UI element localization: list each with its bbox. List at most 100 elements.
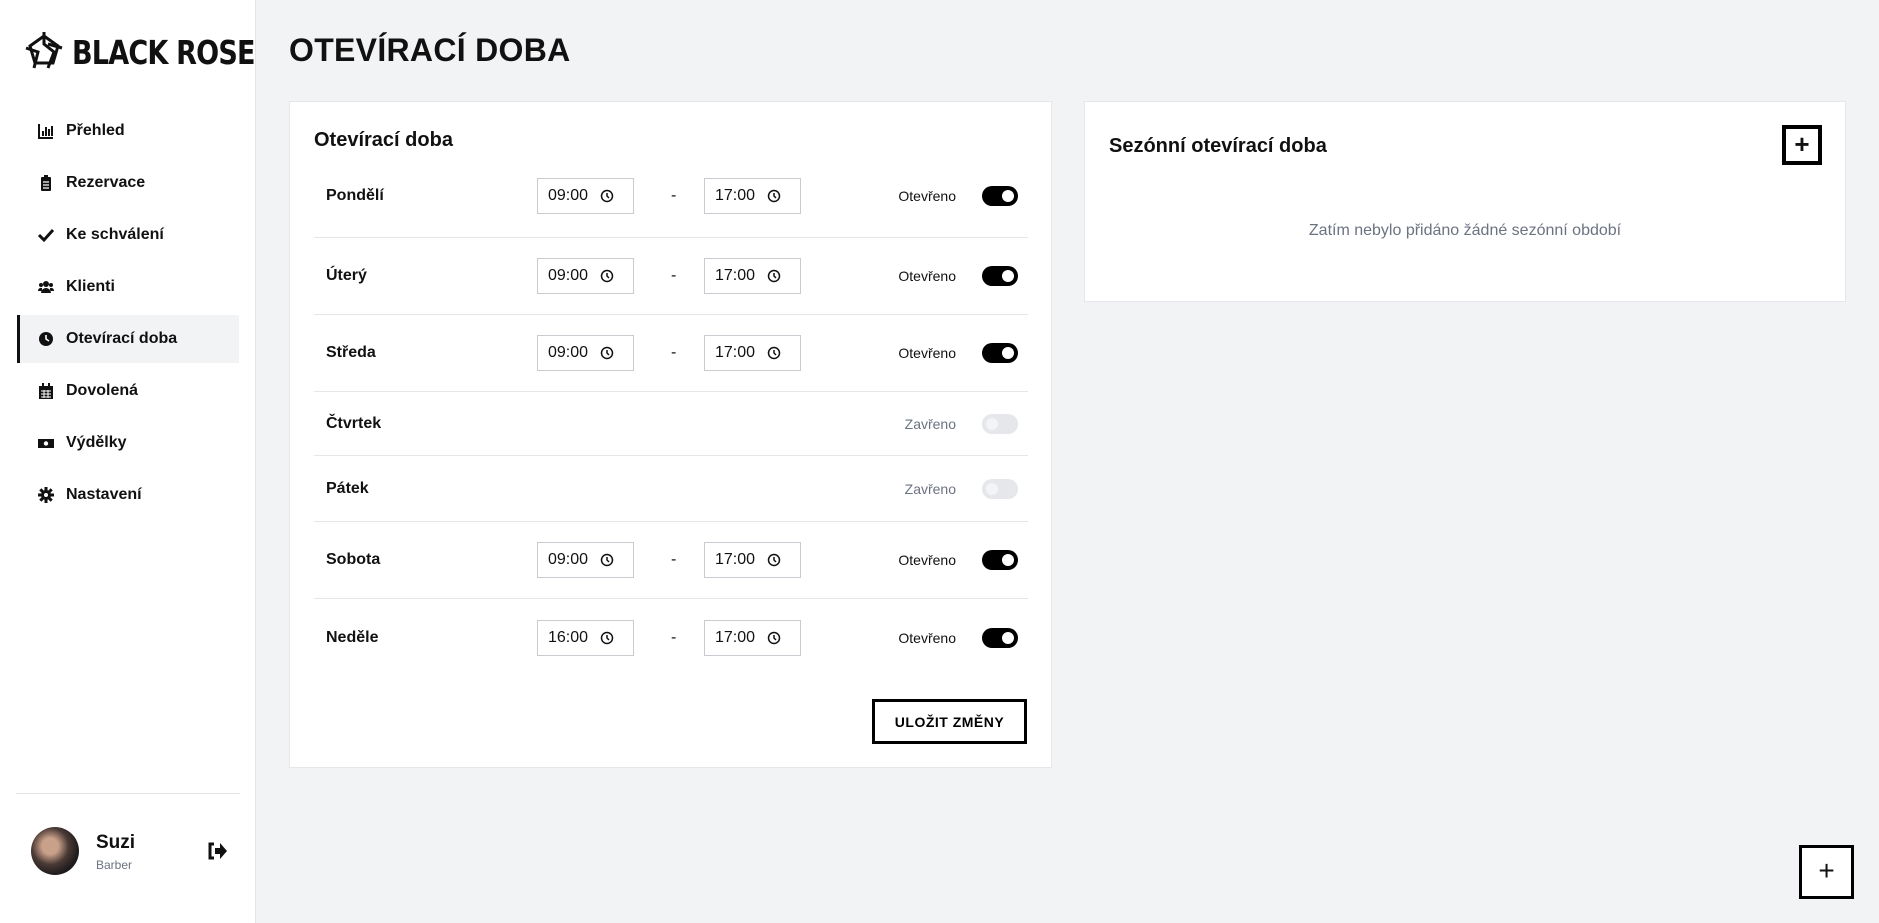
sidebar-item-label: Dovolená <box>66 382 139 399</box>
open-toggle[interactable] <box>982 478 1018 499</box>
floating-add-button[interactable]: + <box>1799 845 1854 899</box>
time-separator: - <box>671 186 677 204</box>
logout-icon[interactable] <box>206 841 228 861</box>
check-icon <box>38 228 54 243</box>
open-time-input[interactable]: 09:00 <box>537 335 634 371</box>
open-toggle[interactable] <box>982 185 1018 206</box>
clock-icon <box>600 346 614 360</box>
sidebar-item-dovolena[interactable]: Dovolená <box>17 367 239 415</box>
open-time-input[interactable]: 09:00 <box>537 542 634 578</box>
sidebar-item-oteviraci-doba[interactable]: Otevírací doba <box>17 315 239 363</box>
clock-icon <box>767 631 781 644</box>
sidebar-item-label: Otevírací doba <box>66 330 178 347</box>
close-time-input[interactable]: 17:00 <box>704 258 801 294</box>
clock-icon <box>767 346 781 360</box>
users-icon <box>38 281 54 293</box>
clock-icon <box>600 631 614 644</box>
close-time-value: 17:00 <box>715 628 756 646</box>
page-title: OTEVÍRACÍ DOBA <box>289 32 571 68</box>
close-time-input[interactable]: 17:00 <box>704 335 801 371</box>
clock-icon <box>767 189 781 202</box>
open-time-value: 09:00 <box>548 267 589 284</box>
open-time-input[interactable]: 09:00 <box>537 177 634 214</box>
day-row: Pondělí 09:00 - 17:00 Otevřeno <box>314 154 1028 238</box>
day-label: Pondělí <box>326 186 384 204</box>
time-separator: - <box>671 267 677 284</box>
brand-name: BLACK ROSE <box>72 32 255 72</box>
empty-state-text: Zatím nebylo přidáno žádné sezónní obdob… <box>1308 222 1622 239</box>
avatar <box>31 827 79 875</box>
open-time-value: 09:00 <box>548 186 589 204</box>
close-time-input[interactable]: 17:00 <box>704 177 801 214</box>
day-row: Středa 09:00 - 17:00 Otevřeno <box>314 315 1028 392</box>
gear-icon <box>38 487 54 503</box>
close-time-input[interactable]: 17:00 <box>704 619 801 656</box>
brand-logo[interactable]: BLACK ROSE <box>24 30 295 74</box>
time-separator: - <box>671 551 677 568</box>
close-time-input[interactable]: 17:00 <box>704 542 801 578</box>
divider <box>16 793 240 794</box>
day-row: Úterý 09:00 - 17:00 Otevřeno <box>314 238 1028 315</box>
day-label: Úterý <box>326 267 367 284</box>
clock-icon <box>767 269 781 283</box>
status-label: Otevřeno <box>898 345 956 361</box>
day-label: Neděle <box>326 628 379 646</box>
open-toggle[interactable] <box>982 343 1018 363</box>
sidebar-item-label: Výdělky <box>66 434 127 451</box>
sidebar-item-rezervace[interactable]: Rezervace <box>17 159 239 207</box>
opening-hours-card: Otevírací doba Pondělí 09:00 - 17:00 Otevřen… <box>289 101 1052 768</box>
open-toggle[interactable] <box>982 413 1018 434</box>
day-row: Čtvrtek Zavřeno <box>314 392 1028 456</box>
sidebar-item-label: Klienti <box>66 278 115 295</box>
calendar-icon <box>39 383 53 399</box>
clock-icon <box>39 332 53 346</box>
clock-icon <box>600 189 614 202</box>
open-time-value: 09:00 <box>548 551 589 568</box>
sidebar-item-ke-schvaleni[interactable]: Ke schválení <box>17 211 239 259</box>
sidebar-item-label: Nastavení <box>66 486 142 503</box>
close-time-value: 17:00 <box>715 344 756 361</box>
user-name: Suzi <box>96 832 136 853</box>
status-label: Otevřeno <box>898 187 956 204</box>
clock-icon <box>767 553 781 567</box>
card-title: Otevírací doba <box>314 129 453 151</box>
status-label: Zavřeno <box>904 480 956 497</box>
sidebar-item-klienti[interactable]: Klienti <box>17 263 239 311</box>
chart-icon <box>38 124 53 139</box>
status-label: Otevřeno <box>898 552 956 568</box>
sidebar-item-vydelky[interactable]: Výdělky <box>17 419 239 467</box>
close-time-value: 17:00 <box>715 186 756 204</box>
open-time-value: 16:00 <box>548 628 589 646</box>
open-time-input[interactable]: 16:00 <box>537 619 634 656</box>
time-separator: - <box>671 344 677 361</box>
day-label: Pátek <box>326 479 369 497</box>
sidebar: BLACK ROSE Přehled Rezervace Ke schválení K… <box>0 0 256 923</box>
sidebar-item-nastaveni[interactable]: Nastavení <box>17 471 239 519</box>
open-toggle[interactable] <box>982 627 1018 648</box>
close-time-value: 17:00 <box>715 551 756 568</box>
status-label: Zavřeno <box>904 415 956 432</box>
day-label: Čtvrtek <box>326 414 382 432</box>
sidebar-item-label: Ke schválení <box>66 226 164 243</box>
open-time-value: 09:00 <box>548 344 589 361</box>
open-toggle[interactable] <box>982 550 1018 570</box>
time-separator: - <box>671 628 677 646</box>
open-time-input[interactable]: 09:00 <box>537 258 634 294</box>
day-row: Pátek Zavřeno <box>314 456 1028 522</box>
open-toggle[interactable] <box>982 266 1018 286</box>
day-row: Neděle 16:00 - 17:00 Otevřeno <box>314 599 1028 676</box>
add-season-button[interactable]: + <box>1782 125 1822 165</box>
day-label: Sobota <box>326 551 381 568</box>
clipboard-icon <box>41 175 51 191</box>
sidebar-item-label: Rezervace <box>66 174 146 191</box>
clock-icon <box>600 269 614 283</box>
status-label: Otevřeno <box>898 629 956 646</box>
money-icon <box>38 439 54 448</box>
save-changes-button[interactable]: ULOŽIT ZMĚNY <box>872 699 1027 744</box>
sidebar-item-prehled[interactable]: Přehled <box>17 107 239 155</box>
day-label: Středa <box>326 344 376 361</box>
day-row: Sobota 09:00 - 17:00 Otevřeno <box>314 522 1028 599</box>
sidebar-item-label: Přehled <box>66 122 125 139</box>
seasonal-hours-card: Sezónní otevírací doba + Zatím nebylo př… <box>1084 101 1846 302</box>
close-time-value: 17:00 <box>715 267 756 284</box>
